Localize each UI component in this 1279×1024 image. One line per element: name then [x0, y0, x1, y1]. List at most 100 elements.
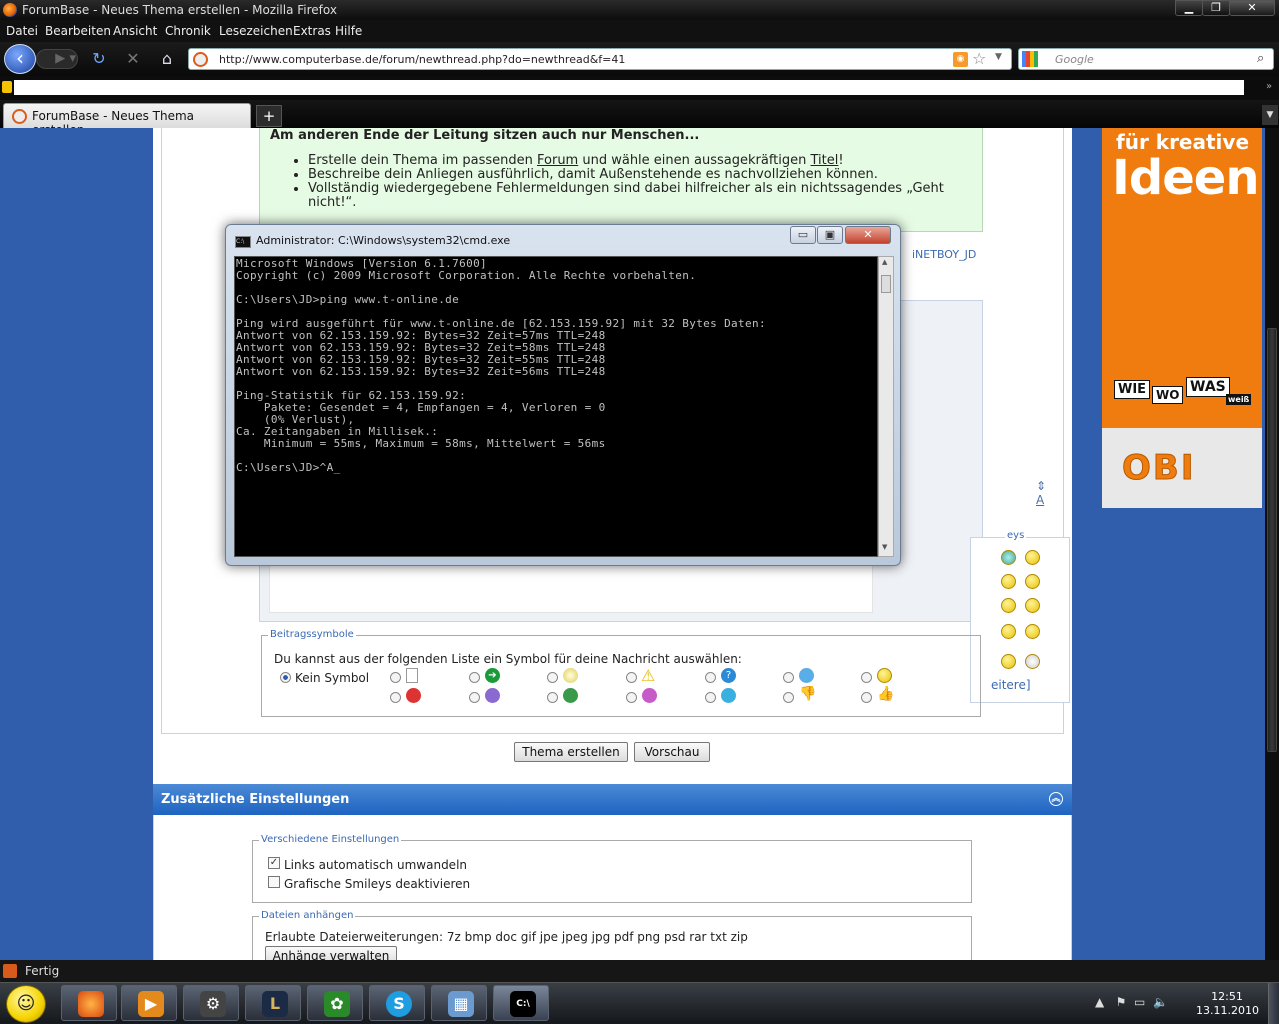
bookmarks-overflow-icon[interactable]: »	[1266, 81, 1272, 92]
google-icon[interactable]	[1022, 51, 1038, 67]
bookmark-star-icon[interactable]: ☆	[972, 49, 986, 68]
firefox-icon	[3, 3, 17, 17]
laugh-icon	[642, 688, 657, 703]
radio-icon[interactable]	[705, 672, 716, 683]
menu-bearbeiten[interactable]: Bearbeiten	[45, 24, 111, 38]
smiley-icon[interactable]	[1025, 598, 1040, 613]
taskbar-skype[interactable]: S	[369, 985, 425, 1021]
radio-icon[interactable]	[547, 672, 558, 683]
smiley-icon[interactable]	[1025, 654, 1040, 669]
system-tray[interactable]: ▲ ⚑ ▭ 🔈	[1095, 995, 1168, 1009]
bookmark-icon[interactable]	[2, 81, 12, 93]
radio-icon[interactable]	[469, 672, 480, 683]
forward-button[interactable]: ▶ ▾	[36, 49, 78, 69]
cmd-scroll-thumb[interactable]	[881, 275, 891, 293]
search-icon[interactable]: ⌕	[1257, 51, 1264, 66]
maximize-button[interactable]: ❐	[1202, 0, 1230, 16]
taskbar-steam[interactable]: ⚙	[183, 985, 239, 1021]
menu-lesezeichen[interactable]: Lesezeichen	[219, 24, 293, 38]
radio-icon[interactable]	[390, 692, 401, 703]
radio-no-icon[interactable]	[280, 672, 291, 683]
taskbar-explorer[interactable]: ▦	[431, 985, 487, 1021]
disable-smilies-checkbox[interactable]	[268, 876, 280, 888]
league-icon: L	[262, 991, 288, 1017]
radio-icon[interactable]	[547, 692, 558, 703]
taskbar-media-player[interactable]: ▶	[121, 985, 177, 1021]
preview-button[interactable]: Vorschau	[634, 742, 710, 762]
stop-icon[interactable]: ✕	[122, 50, 144, 68]
media-player-icon: ▶	[138, 991, 164, 1017]
taskbar-firefox[interactable]	[61, 985, 117, 1021]
clock[interactable]: 12:51 13.11.2010	[1196, 990, 1259, 1018]
obi-advertisement[interactable]: für kreative Ideen WIE WO WAS weiß OBI	[1102, 128, 1262, 508]
smiley-icon[interactable]	[1001, 654, 1016, 669]
url-bar[interactable]: http://www.computerbase.de/forum/newthre…	[188, 48, 1012, 70]
smiley-icon[interactable]	[1025, 574, 1040, 589]
page-scroll-thumb[interactable]	[1267, 328, 1277, 752]
search-input[interactable]: Google	[1055, 53, 1094, 66]
radio-icon[interactable]	[390, 672, 401, 683]
menu-ansicht[interactable]: Ansicht	[113, 24, 157, 38]
cmd-scrollbar[interactable]: ▲ ▼	[878, 256, 894, 557]
rss-icon[interactable]: ◉	[953, 52, 968, 67]
bookmarks-toolbar: »	[0, 76, 1279, 100]
more-smilies-link[interactable]: eitere]	[991, 678, 1031, 692]
radio-icon[interactable]	[469, 692, 480, 703]
tab-forumbase[interactable]: ForumBase - Neues Thema erstellen	[3, 103, 251, 137]
cmd-close-button[interactable]: ✕	[845, 226, 891, 244]
radio-icon[interactable]	[626, 672, 637, 683]
reload-icon[interactable]: ↻	[88, 50, 110, 68]
minimize-button[interactable]: ▁	[1175, 0, 1203, 16]
radio-icon[interactable]	[783, 672, 794, 683]
scroll-down-icon[interactable]: ▼	[882, 543, 887, 551]
back-button[interactable]: ‹	[4, 44, 36, 74]
auto-links-checkbox[interactable]: ✓	[268, 857, 280, 869]
scroll-up-icon[interactable]: ▲	[882, 258, 887, 266]
smiley-icon[interactable]	[1001, 624, 1016, 639]
menu-hilfe[interactable]: Hilfe	[335, 24, 362, 38]
taskbar-icq[interactable]: ✿	[307, 985, 363, 1021]
radio-icon[interactable]	[783, 692, 794, 703]
taskbar-league[interactable]: L	[245, 985, 301, 1021]
cmd-console[interactable]: Microsoft Windows [Version 6.1.7600] Cop…	[234, 256, 878, 557]
search-bar[interactable]: Google ⌕	[1018, 48, 1274, 70]
menu-chronik[interactable]: Chronik	[165, 24, 211, 38]
editor-size-icons[interactable]: ⇕ A	[1036, 479, 1046, 507]
cmd-window[interactable]: C:\ Administrator: C:\Windows\system32\c…	[225, 224, 901, 566]
smiley-icon[interactable]	[1001, 598, 1016, 613]
smiley-icon[interactable]	[1001, 550, 1016, 565]
forum-link[interactable]: Forum	[537, 153, 578, 168]
username-link[interactable]: iNETBOY_JD	[912, 248, 976, 261]
cmd-minimize-button[interactable]: ▭	[790, 226, 816, 244]
radio-icon[interactable]	[626, 692, 637, 703]
cmd-maximize-button[interactable]: ▣	[817, 226, 843, 244]
smiley-icon[interactable]	[1025, 550, 1040, 565]
url-dropdown-icon[interactable]: ▼	[995, 52, 1002, 62]
additional-settings-header[interactable]: Zusätzliche Einstellungen ︽	[153, 784, 1072, 815]
url-text[interactable]: http://www.computerbase.de/forum/newthre…	[219, 53, 625, 66]
new-tab-button[interactable]: +	[256, 105, 282, 127]
menu-extras[interactable]: Extras	[293, 24, 331, 38]
message-textarea[interactable]	[269, 558, 873, 613]
collapse-icon[interactable]: ︽	[1049, 792, 1063, 806]
smilies-legend: eys	[1005, 530, 1027, 541]
radio-icon[interactable]	[705, 692, 716, 703]
smiley-icon[interactable]	[1001, 574, 1016, 589]
page-scrollbar[interactable]	[1265, 128, 1279, 960]
start-button[interactable]: ☺	[6, 985, 46, 1023]
taskbar-cmd[interactable]: C:\	[493, 985, 549, 1021]
manage-attachments-button[interactable]: Anhänge verwalten	[265, 946, 397, 960]
taskbar: ☺ ▶ ⚙ L ✿ S ▦ C:\ ▲ ⚑ ▭ 🔈 12:51 13.11.20…	[0, 982, 1279, 1024]
menu-datei[interactable]: Datei	[6, 24, 38, 38]
post-icons-fieldset: Beitragssymbole Du kannst aus der folgen…	[261, 629, 981, 717]
close-button[interactable]: ✕	[1229, 0, 1275, 16]
create-thread-button[interactable]: Thema erstellen	[514, 742, 628, 762]
misc-settings-legend: Verschiedene Einstellungen	[259, 834, 402, 845]
title-link[interactable]: Titel	[811, 153, 839, 168]
radio-icon[interactable]	[861, 692, 872, 703]
smiley-icon[interactable]	[1025, 624, 1040, 639]
show-desktop-button[interactable]	[1268, 983, 1279, 1024]
home-icon[interactable]: ⌂	[156, 50, 178, 68]
tab-list-icon[interactable]: ▼	[1262, 105, 1278, 125]
radio-icon[interactable]	[861, 672, 872, 683]
